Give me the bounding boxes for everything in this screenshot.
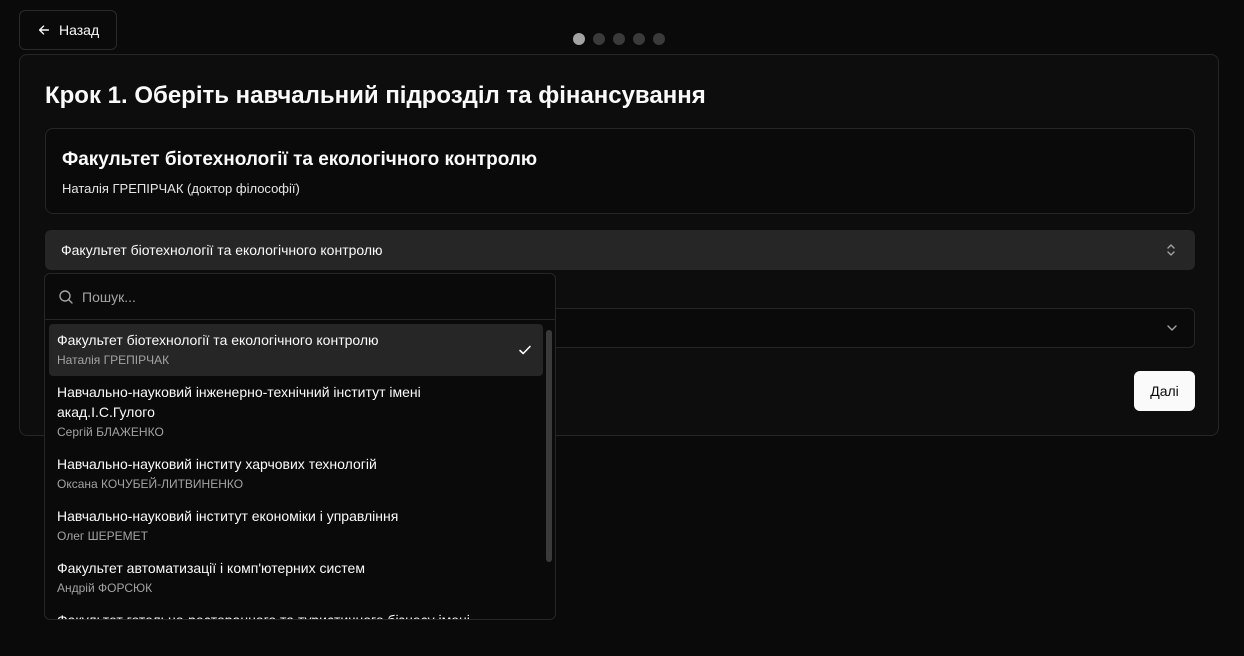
arrow-left-icon — [38, 25, 50, 35]
chevrons-up-down-icon — [1167, 244, 1175, 256]
option-name: Навчально-науковий інженерно-технічний і… — [57, 384, 421, 420]
selected-unit-card: Факультет біотехнології та екологічного … — [45, 128, 1195, 214]
step-indicator — [573, 33, 665, 45]
unit-select-value: Факультет біотехнології та екологічного … — [61, 242, 383, 258]
dropdown-scrollbar[interactable] — [546, 330, 552, 614]
option-item[interactable]: Факультет готельно-ресторанного та турис… — [49, 604, 543, 620]
option-item[interactable]: Навчально-науковий інститут економіки і … — [49, 500, 543, 552]
option-item[interactable]: Факультет автоматизації і комп'ютерних с… — [49, 552, 543, 604]
option-item[interactable]: Факультет біотехнології та екологічного … — [49, 324, 543, 376]
step-dot-3 — [613, 33, 625, 45]
search-icon — [59, 289, 73, 304]
page-title: Крок 1. Оберіть навчальний підрозділ та … — [45, 82, 706, 109]
option-person: Наталія ГРЕПІРЧАК — [57, 353, 170, 367]
step-dot-1 — [573, 33, 585, 45]
option-name: Факультет готельно-ресторанного та турис… — [57, 612, 470, 620]
check-icon — [519, 345, 531, 355]
option-item[interactable]: Навчально-науковий інженерно-технічний і… — [49, 376, 543, 448]
unit-select[interactable]: Факультет біотехнології та екологічного … — [45, 230, 1195, 270]
back-button-label: Назад — [59, 22, 100, 38]
selected-unit-title: Факультет біотехнології та екологічного … — [62, 149, 538, 170]
step-dot-5 — [653, 33, 665, 45]
option-list: Факультет біотехнології та екологічного … — [49, 324, 543, 620]
back-button[interactable]: Назад — [19, 10, 117, 50]
option-name: Навчально-науковий інститу харчових техн… — [57, 456, 377, 472]
option-person: Сергій БЛАЖЕНКО — [57, 425, 164, 439]
next-button[interactable]: Далі — [1134, 371, 1195, 411]
option-name: Навчально-науковий інститут економіки і … — [57, 508, 399, 524]
option-person: Олег ШЕРЕМЕТ — [57, 529, 148, 543]
option-name: Факультет автоматизації і комп'ютерних с… — [57, 560, 365, 576]
chevron-down-icon — [1167, 325, 1177, 331]
option-name: Факультет біотехнології та екологічного … — [57, 332, 379, 348]
dropdown-search — [45, 274, 555, 320]
unit-dropdown: Факультет біотехнології та екологічного … — [44, 273, 556, 620]
option-person: Андрій ФОРСЮК — [57, 581, 153, 595]
step-dot-2 — [593, 33, 605, 45]
scrollbar-thumb[interactable] — [546, 330, 552, 562]
option-item[interactable]: Навчально-науковий інститу харчових техн… — [49, 448, 543, 500]
step-dot-4 — [633, 33, 645, 45]
selected-unit-head: Наталія ГРЕПІРЧАК (доктор філософії) — [62, 181, 300, 196]
option-person: Оксана КОЧУБЕЙ-ЛИТВИНЕНКО — [57, 477, 244, 491]
search-input[interactable] — [82, 288, 502, 305]
